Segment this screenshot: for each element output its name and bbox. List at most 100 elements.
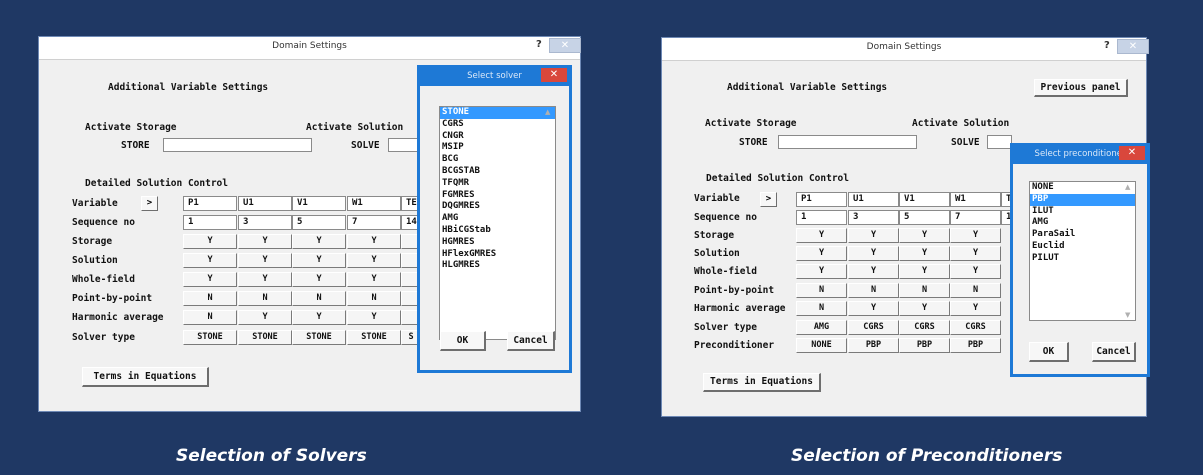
- harmonic-average-toggle[interactable]: Y: [950, 301, 1001, 316]
- solver-type-button[interactable]: STONE: [347, 330, 401, 345]
- solution-toggle[interactable]: Y: [796, 246, 847, 261]
- ok-button[interactable]: OK: [440, 331, 486, 351]
- point-by-point-toggle[interactable]: N: [238, 291, 292, 306]
- help-button[interactable]: ?: [536, 39, 542, 50]
- solver-list-item[interactable]: HBiCGStab: [440, 225, 555, 237]
- solver-list-item[interactable]: BCG: [440, 154, 555, 166]
- preconditioner-button[interactable]: NONE: [796, 338, 847, 353]
- variable-field[interactable]: W1: [950, 192, 1001, 207]
- point-by-point-toggle[interactable]: N: [848, 283, 899, 298]
- preconditioner-button[interactable]: PBP: [899, 338, 950, 353]
- scroll-down-icon[interactable]: ▼: [1125, 311, 1130, 319]
- help-button[interactable]: ?: [1104, 40, 1110, 51]
- sequence-field[interactable]: 7: [950, 210, 1001, 225]
- close-icon[interactable]: ✕: [541, 68, 567, 82]
- whole-field-toggle[interactable]: Y: [183, 272, 237, 287]
- solver-type-button[interactable]: CGRS: [848, 320, 899, 335]
- next-variables-button[interactable]: >: [141, 196, 158, 211]
- scroll-up-icon[interactable]: ▲: [1125, 183, 1130, 191]
- store-input[interactable]: [778, 135, 917, 149]
- storage-toggle[interactable]: Y: [950, 228, 1001, 243]
- point-by-point-toggle[interactable]: N: [347, 291, 401, 306]
- point-by-point-toggle[interactable]: N: [899, 283, 950, 298]
- sequence-field[interactable]: 3: [238, 215, 292, 230]
- solver-list-item[interactable]: MSIP: [440, 142, 555, 154]
- solution-toggle[interactable]: Y: [238, 253, 292, 268]
- harmonic-average-toggle[interactable]: Y: [292, 310, 346, 325]
- solver-list-item[interactable]: HLGMRES: [440, 260, 555, 272]
- variable-field[interactable]: U1: [848, 192, 899, 207]
- whole-field-toggle[interactable]: Y: [950, 264, 1001, 279]
- solver-list-item[interactable]: CNGR: [440, 131, 555, 143]
- previous-panel-button[interactable]: Previous panel: [1034, 79, 1128, 97]
- storage-toggle[interactable]: Y: [899, 228, 950, 243]
- storage-toggle[interactable]: Y: [292, 234, 346, 249]
- solver-type-button[interactable]: CGRS: [899, 320, 950, 335]
- preconditioner-list-item[interactable]: ParaSail: [1030, 229, 1135, 241]
- close-button[interactable]: ✕: [1117, 39, 1149, 54]
- scrollbar[interactable]: ▲ ▼: [1123, 182, 1135, 320]
- harmonic-average-toggle[interactable]: Y: [899, 301, 950, 316]
- solver-list-item[interactable]: HGMRES: [440, 237, 555, 249]
- preconditioner-list-item[interactable]: PBP: [1030, 193, 1135, 206]
- storage-toggle[interactable]: Y: [238, 234, 292, 249]
- solver-list-item[interactable]: BCGSTAB: [440, 166, 555, 178]
- close-icon[interactable]: ✕: [1119, 146, 1145, 160]
- point-by-point-toggle[interactable]: N: [292, 291, 346, 306]
- point-by-point-toggle[interactable]: N: [183, 291, 237, 306]
- scrollbar[interactable]: ▲ ▼: [543, 107, 555, 339]
- solver-list-item[interactable]: AMG: [440, 213, 555, 225]
- storage-toggle[interactable]: Y: [183, 234, 237, 249]
- solver-type-button[interactable]: STONE: [238, 330, 292, 345]
- variable-field[interactable]: V1: [292, 196, 346, 211]
- storage-toggle[interactable]: Y: [848, 228, 899, 243]
- variable-field[interactable]: P1: [796, 192, 847, 207]
- preconditioner-list-item[interactable]: NONE: [1030, 182, 1135, 194]
- scroll-up-icon[interactable]: ▲: [545, 108, 550, 116]
- whole-field-toggle[interactable]: Y: [347, 272, 401, 287]
- solver-list[interactable]: STONE CGRS CNGR MSIP BCG BCGSTAB TFQMR FGMRES DQ…: [439, 106, 556, 340]
- next-variables-button[interactable]: >: [760, 192, 777, 207]
- solver-list-item[interactable]: STONE: [440, 107, 555, 119]
- solver-type-button[interactable]: STONE: [183, 330, 237, 345]
- variable-field[interactable]: W1: [347, 196, 401, 211]
- solver-list-item[interactable]: TFQMR: [440, 178, 555, 190]
- solver-list-item[interactable]: FGMRES: [440, 190, 555, 202]
- preconditioner-list[interactable]: NONE PBP ILUT AMG ParaSail Euclid PILUT ▲ ▼: [1029, 181, 1136, 321]
- whole-field-toggle[interactable]: Y: [796, 264, 847, 279]
- solution-toggle[interactable]: Y: [950, 246, 1001, 261]
- preconditioner-button[interactable]: PBP: [950, 338, 1001, 353]
- solver-list-item[interactable]: CGRS: [440, 119, 555, 131]
- terms-in-equations-button[interactable]: Terms in Equations: [82, 367, 209, 387]
- variable-field[interactable]: P1: [183, 196, 237, 211]
- preconditioner-list-item[interactable]: AMG: [1030, 217, 1135, 229]
- sequence-field[interactable]: 5: [292, 215, 346, 230]
- harmonic-average-toggle[interactable]: Y: [238, 310, 292, 325]
- variable-field[interactable]: U1: [238, 196, 292, 211]
- sequence-field[interactable]: 3: [848, 210, 899, 225]
- whole-field-toggle[interactable]: Y: [899, 264, 950, 279]
- variable-field[interactable]: V1: [899, 192, 950, 207]
- solution-toggle[interactable]: Y: [292, 253, 346, 268]
- storage-toggle[interactable]: Y: [796, 228, 847, 243]
- sequence-field[interactable]: 5: [899, 210, 950, 225]
- solver-type-button[interactable]: STONE: [292, 330, 346, 345]
- storage-toggle[interactable]: Y: [347, 234, 401, 249]
- preconditioner-list-item[interactable]: ILUT: [1030, 206, 1135, 218]
- solver-type-button[interactable]: AMG: [796, 320, 847, 335]
- harmonic-average-toggle[interactable]: Y: [848, 301, 899, 316]
- preconditioner-button[interactable]: PBP: [848, 338, 899, 353]
- solve-input[interactable]: [987, 135, 1012, 149]
- cancel-button[interactable]: Cancel: [1092, 342, 1136, 362]
- store-input[interactable]: [163, 138, 312, 152]
- whole-field-toggle[interactable]: Y: [292, 272, 346, 287]
- harmonic-average-toggle[interactable]: Y: [347, 310, 401, 325]
- terms-in-equations-button[interactable]: Terms in Equations: [703, 373, 821, 392]
- harmonic-average-toggle[interactable]: N: [183, 310, 237, 325]
- harmonic-average-toggle[interactable]: N: [796, 301, 847, 316]
- cancel-button[interactable]: Cancel: [507, 331, 555, 351]
- solver-list-item[interactable]: HFlexGMRES: [440, 249, 555, 261]
- solution-toggle[interactable]: Y: [183, 253, 237, 268]
- sequence-field[interactable]: 7: [347, 215, 401, 230]
- sequence-field[interactable]: 1: [796, 210, 847, 225]
